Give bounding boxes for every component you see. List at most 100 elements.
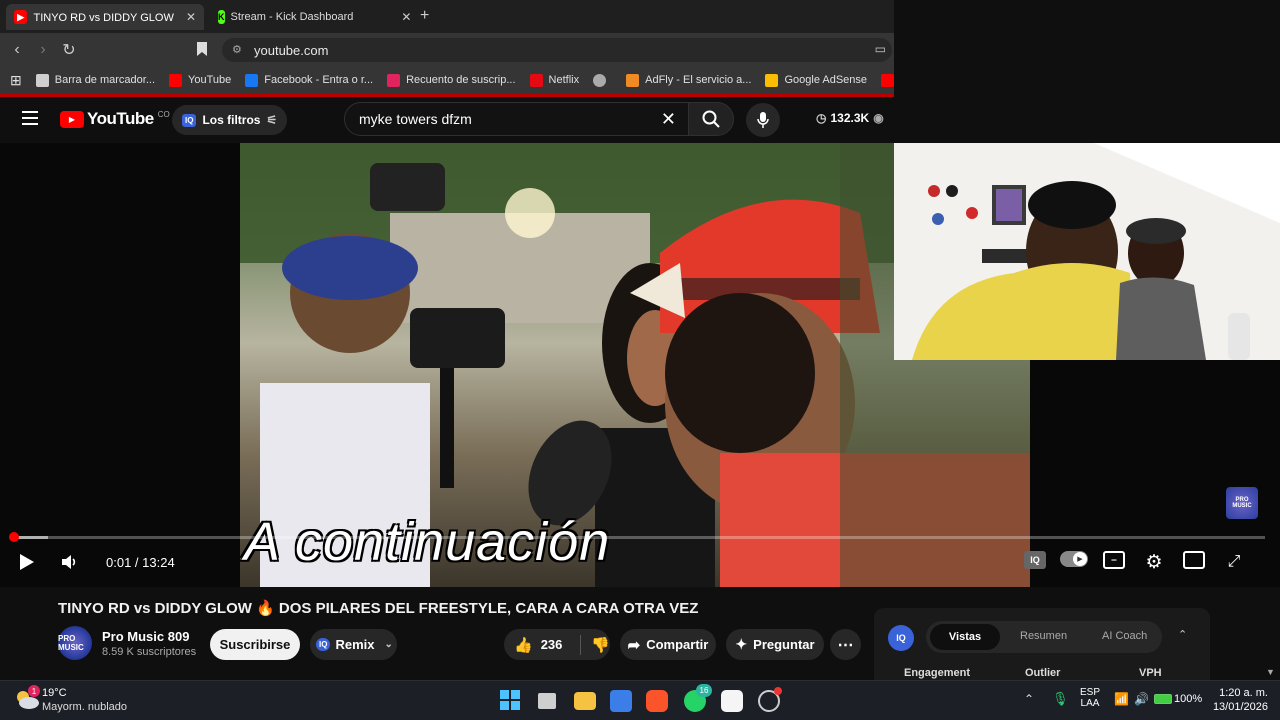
microphone-tray-icon[interactable]: 🎙 [1052,691,1069,707]
youtube-icon [169,73,183,87]
collapse-panel-icon[interactable]: ⌃ [1178,628,1187,641]
bookmark-item[interactable]: YouTube [169,73,232,87]
clear-search-icon[interactable]: ✕ [661,109,676,130]
channel-name[interactable]: Pro Music 809 [102,629,196,644]
volume-button[interactable] [58,551,80,573]
browser-tab-bar: ▶ TINYO RD vs DIDDY GLOW 🔥 D ✕ K Stream … [0,0,894,33]
tab-vistas[interactable]: Vistas [930,624,1000,650]
play-button[interactable] [16,551,38,573]
bookmark-item[interactable]: Recuento de suscrip... [387,73,516,87]
forward-icon[interactable]: › [30,41,56,59]
new-tab-button[interactable]: + [420,7,429,25]
tab-youtube-video[interactable]: ▶ TINYO RD vs DIDDY GLOW 🔥 D ✕ [6,4,204,30]
speaker-icon[interactable]: 🔊 [1134,692,1149,706]
windows-start-icon[interactable] [500,690,522,712]
filters-button[interactable]: IQ Los filtros ⚟ [172,105,288,135]
iq-player-icon[interactable]: IQ [1024,551,1046,569]
lang-top: ESP [1080,687,1101,698]
bookmark-item[interactable]: Facebook - Entra o r... [245,73,374,87]
share-button[interactable]: ➦ Compartir [620,629,716,660]
fullscreen-icon[interactable]: ⤢ [1223,551,1245,573]
eye-icon: ◉ [873,111,884,125]
iq-badge-icon: IQ [316,638,331,651]
site-info-icon[interactable]: ⚙ [232,43,242,56]
bookmarks-bar: ⊞ Barra de marcador... YouTube Facebook - … [0,66,894,94]
battery-icon[interactable] [1154,694,1172,704]
weather-icon[interactable]: 1 [14,685,40,713]
bookmark-label: Facebook - Entra o r... [264,74,374,86]
view-count: 132.3K [830,111,870,125]
search-button[interactable] [688,102,734,136]
voice-search-button[interactable] [746,103,780,137]
bookmark-label: Google AdSense [784,74,868,86]
clock[interactable]: 1:20 a. m. 13/01/2026 [1206,687,1268,713]
panel-tab-group: Vistas Resumen AI Coach [926,621,1162,653]
sparkle-icon: ✦ [735,636,748,652]
whatsapp-badge: 16 [696,684,712,697]
remix-button[interactable]: IQ Remix ⌄ [310,629,397,660]
subscribe-button[interactable]: Suscribirse [210,629,300,660]
show-hidden-icons[interactable]: ⌃ [1024,692,1034,706]
youtube-logo[interactable]: ▶ YouTube CO [60,109,170,129]
tab-resumen[interactable]: Resumen [1020,630,1067,642]
bookmark-label: Netflix [548,74,580,86]
close-tab-icon[interactable]: ✕ [401,10,411,24]
microphone-icon [757,112,769,128]
capcut-icon[interactable] [721,690,743,712]
ask-button[interactable]: ✦ Preguntar [726,629,824,660]
scroll-down-arrow-icon[interactable]: ▼ [1266,667,1275,677]
video-title: TINYO RD vs DIDDY GLOW 🔥 DOS PILARES DEL… [58,600,699,617]
language-indicator[interactable]: ESP LAA [1080,687,1100,709]
reload-icon[interactable]: ↻ [56,40,82,60]
wifi-icon[interactable]: 📶 [1114,692,1129,706]
progress-bar[interactable] [8,532,1265,542]
bookmark-item[interactable]: Netflix [529,73,580,87]
recording-dot-icon [774,687,782,695]
tab-kick-dashboard[interactable]: K Stream - Kick Dashboard ✕ [210,4,411,30]
like-icon[interactable]: 👍 [514,636,533,654]
weather-badge: 1 [28,685,40,697]
menu-hamburger-icon[interactable] [22,111,38,125]
weather-temp: 19°C [42,687,67,699]
cast-icon[interactable]: ▭ [875,42,886,56]
close-tab-icon[interactable]: ✕ [186,10,196,24]
clock-time: 1:20 a. m. [1219,687,1268,699]
bookmark-item[interactable]: Barra de marcador... [35,73,155,87]
dislike-icon[interactable]: 👎 [591,636,610,654]
video-player[interactable]: A continuación PRO MUSIC 0:01 / 13:24 IQ… [0,143,1280,587]
lang-bottom: LAA [1080,698,1100,709]
bookmark-item[interactable]: AdFly - El servicio a... [626,73,751,87]
subscriber-count: 8.59 K suscriptores [102,645,197,658]
bookmark-item[interactable]: YouTube Cr [881,73,894,87]
channel-avatar[interactable]: PRO MUSIC [58,626,92,660]
bookmark-page-icon[interactable] [196,41,210,57]
bookmark-item[interactable]: Google AdSense [765,73,868,87]
view-count-widget: ◷ 132.3K ◉ [816,111,884,125]
adsense-icon [765,73,779,87]
subtitles-icon[interactable]: ═ [1103,551,1125,569]
search-icon [702,110,720,128]
autoplay-toggle[interactable]: ▶ [1060,551,1088,567]
settings-gear-icon[interactable]: ⚙ [1143,551,1165,573]
theater-mode-icon[interactable] [1183,551,1205,569]
brave-browser-icon[interactable] [646,690,668,712]
bookmark-item[interactable] [593,73,612,87]
whatsapp-icon[interactable]: 16 [684,684,712,712]
webcam-overlay [894,143,1280,360]
tab-ai-coach[interactable]: AI Coach [1102,630,1147,642]
search-input[interactable]: myke towers dfzm ✕ [344,102,689,136]
adfly-icon [626,73,640,87]
more-actions-button[interactable]: ⋯ [830,629,861,660]
progress-scrubber[interactable] [8,532,19,542]
back-icon[interactable]: ‹ [4,41,30,59]
apps-grid-icon[interactable]: ⊞ [10,72,22,89]
file-explorer-icon[interactable] [574,692,596,710]
channel-info: PRO MUSIC Pro Music 809 8.59 K suscripto… [58,626,196,660]
task-view-icon[interactable] [538,693,556,709]
counter-icon [387,73,401,87]
store-icon[interactable] [610,690,632,712]
obs-icon[interactable] [758,687,782,712]
bookmark-label: YouTube [188,74,232,86]
channel-watermark[interactable]: PRO MUSIC [1226,487,1258,519]
address-bar[interactable]: ⚙ youtube.com ▭ [222,38,892,62]
